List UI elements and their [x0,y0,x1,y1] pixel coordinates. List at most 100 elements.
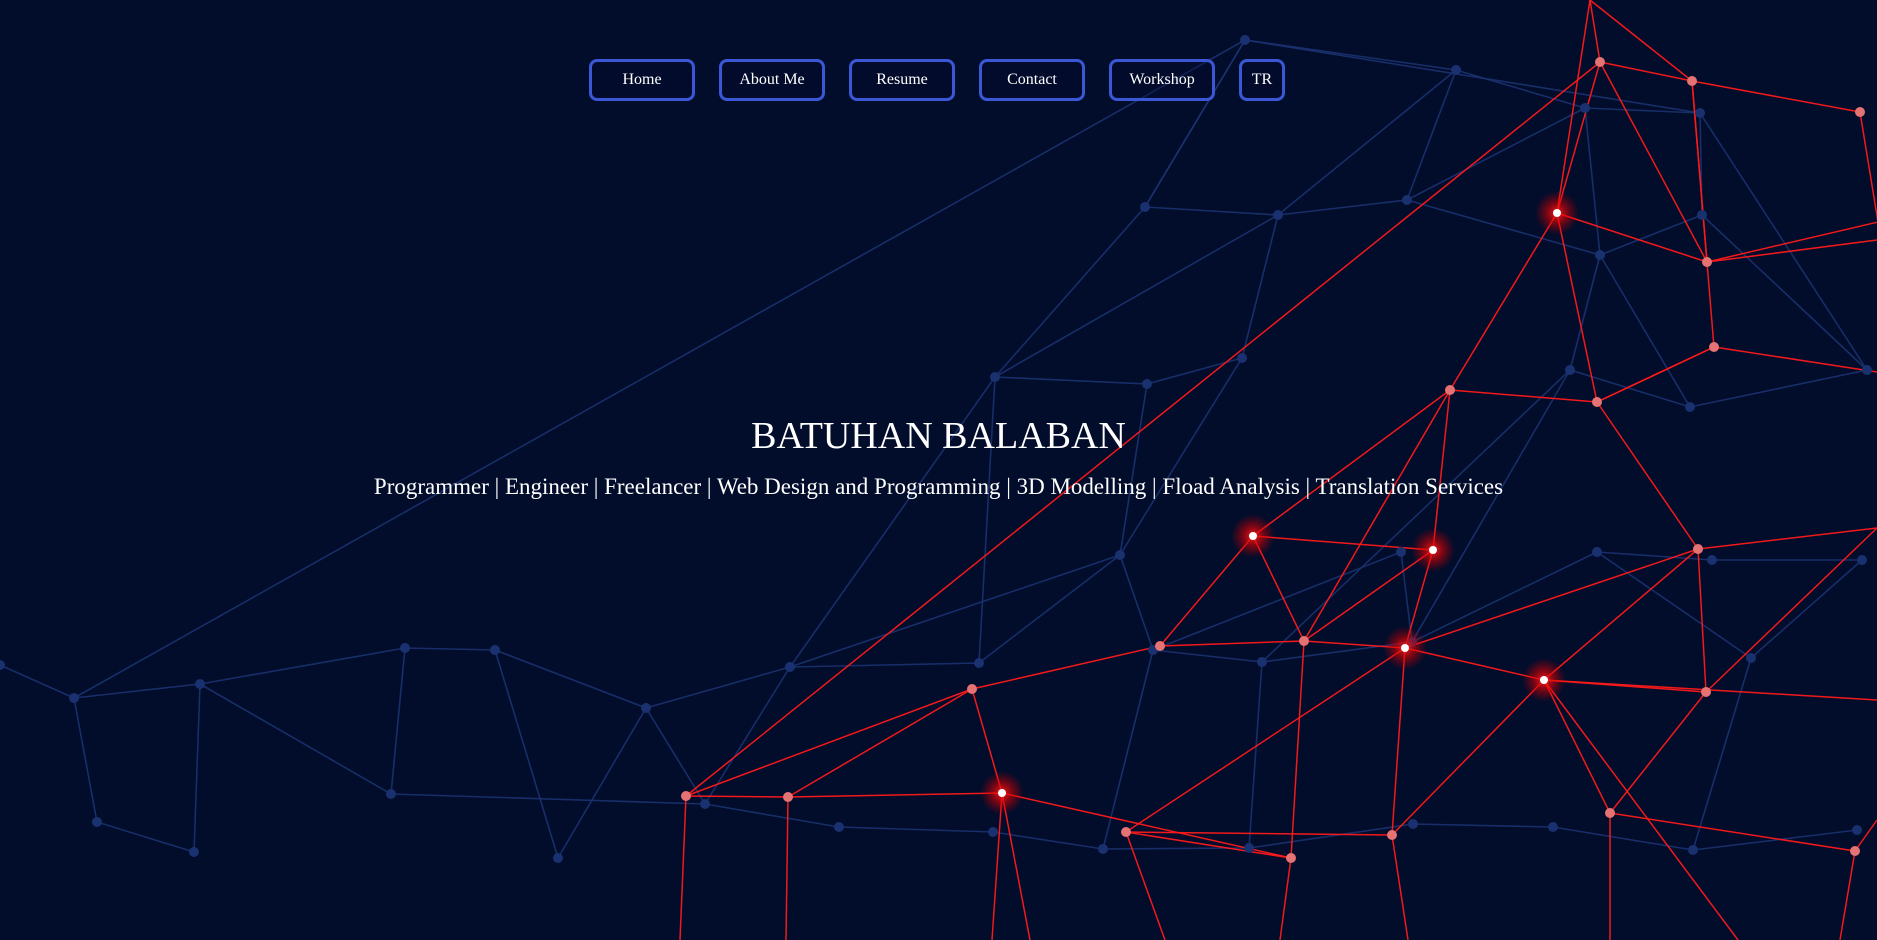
network-node [1140,202,1150,212]
hero-name-title: BATUHAN BALABAN [751,415,1126,457]
active-node [1121,827,1131,837]
active-link [1303,549,1434,642]
network-link [838,826,994,833]
active-node [1387,830,1397,840]
network-node [974,658,984,668]
active-link [1125,647,1406,833]
network-link [1689,369,1868,408]
active-link [1391,834,1409,940]
active-link [1697,548,1707,693]
active-link [1839,850,1856,940]
network-node [1244,843,1254,853]
network-link [1701,214,1868,371]
network-node [195,679,205,689]
active-link [1391,679,1545,836]
network-node [1695,108,1705,118]
active-link [787,792,1003,798]
network-link [404,647,496,651]
network-node [1688,845,1698,855]
active-node [783,792,793,802]
glowing-hub-node [1553,209,1561,217]
network-node [1548,822,1558,832]
active-link [971,645,1161,690]
network-node [1402,195,1412,205]
nav-language-tr-button[interactable]: TR [1239,59,1285,101]
network-node [990,372,1000,382]
nav-resume-button[interactable]: Resume [849,59,955,101]
active-link [1705,527,1877,693]
network-link [1248,661,1263,849]
active-link [1279,857,1292,940]
network-link [494,649,647,709]
network-node [1237,353,1247,363]
nav-about-me-button[interactable]: About Me [719,59,825,101]
glowing-hub-node [1429,546,1437,554]
nav-workshop-button[interactable]: Workshop [1109,59,1215,101]
page: Home About Me Resume Contact Workshop TR… [0,0,1877,940]
active-link [685,795,789,798]
network-node [1565,365,1575,375]
active-node [967,684,977,694]
active-link [1449,389,1598,403]
network-node [553,853,563,863]
active-link [1697,527,1877,550]
network-node [1115,550,1125,560]
network-node [988,827,998,837]
network-link [390,647,406,795]
active-link [1252,535,1434,551]
network-link [1692,657,1752,851]
active-node [1299,636,1309,646]
network-link [0,664,75,699]
network-link [994,214,1279,378]
active-node [1592,397,1602,407]
network-link [557,707,647,859]
network-link [1552,826,1694,851]
network-link [390,793,706,805]
active-link [1713,346,1877,373]
network-node [1396,547,1406,557]
active-node [1850,846,1860,856]
network-link [704,803,840,828]
active-node [1155,641,1165,651]
active-link [1543,679,1611,814]
glowing-hub-node [998,789,1006,797]
network-link [1119,554,1154,651]
network-link [96,821,195,853]
network-link [994,206,1146,378]
network-node [69,693,79,703]
glowing-hub-node [1540,676,1548,684]
active-node [1445,385,1455,395]
network-link [1750,559,1863,659]
network-link [73,39,1246,699]
active-link [1609,691,1707,814]
active-link [1543,679,1739,940]
network-link [73,697,98,823]
active-node [1709,342,1719,352]
network-node [1697,210,1707,220]
network-node [1857,555,1867,565]
network-node [386,789,396,799]
network-node [400,643,410,653]
top-navigation: Home About Me Resume Contact Workshop TR [0,59,1877,105]
network-node [700,799,710,809]
network-link [994,376,1148,385]
active-node [1855,107,1865,117]
network-node [1592,547,1602,557]
glowing-hub-node [1401,644,1409,652]
active-link [991,792,1003,940]
network-link [978,554,1121,664]
active-link [787,688,973,798]
network-link [1277,199,1408,216]
network-node [641,703,651,713]
nav-home-button[interactable]: Home [589,59,695,101]
network-node [1273,210,1283,220]
network-link [1406,107,1586,201]
active-link [679,795,687,940]
network-link [789,662,980,668]
network-node [1098,844,1108,854]
active-link [1596,346,1715,403]
network-link [1241,214,1279,359]
nav-contact-button[interactable]: Contact [979,59,1085,101]
network-link [1596,551,1713,561]
hero-tagline: Programmer | Engineer | Freelancer | Web… [373,474,1504,499]
